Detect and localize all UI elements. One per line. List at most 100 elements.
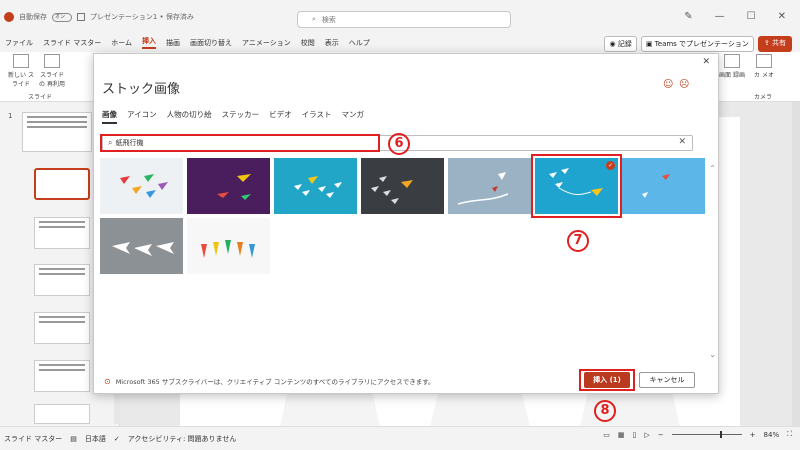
menu-transitions[interactable]: 画面切り替え	[190, 38, 232, 48]
screen-recording-button[interactable]: 画面 録画	[718, 54, 746, 79]
airplane-image	[100, 218, 183, 274]
subscriber-note-text: Microsoft 365 サブスクライバーは、クリエイティブ コンテンツのすべ…	[115, 378, 435, 386]
status-bar-right: ▭ ▦ ▯ ▷ − + 84% ⛶	[603, 430, 792, 439]
cameo-icon	[756, 54, 772, 68]
global-search-box[interactable]: ⌕ 検索	[297, 11, 511, 28]
save-icon[interactable]	[77, 13, 85, 21]
autosave-label: 自動保存	[19, 13, 47, 21]
tab-icons[interactable]: アイコン	[127, 109, 157, 124]
cameo-button[interactable]: カ メオ	[752, 54, 776, 79]
thumbnail-line	[27, 126, 87, 128]
slide-sorter-icon[interactable]: ▦	[618, 431, 625, 439]
new-slide-button[interactable]: 新しい スライド	[6, 54, 36, 88]
image-result[interactable]	[100, 218, 183, 274]
editor-scrollbar[interactable]	[792, 102, 800, 426]
menu-slide-master[interactable]: スライド マスター	[43, 38, 101, 48]
menu-review[interactable]: 校閲	[301, 38, 315, 48]
slide-thumbnail[interactable]	[34, 264, 90, 296]
pen-icon[interactable]: ✎	[684, 11, 692, 22]
search-highlight-box	[100, 134, 380, 152]
global-search-placeholder: 検索	[321, 15, 336, 24]
stock-images-dialog: ✕ ストック画像 ☺ ☹ 画像 アイコン 人物の切り絵 ステッカー ビデオ イラ…	[93, 53, 719, 394]
menu-file[interactable]: ファイル	[5, 38, 33, 48]
share-button[interactable]: ⇪ 共有	[757, 36, 792, 52]
new-slide-icon	[13, 54, 29, 68]
paper-plane-image	[187, 218, 270, 274]
menu-help[interactable]: ヘルプ	[349, 38, 370, 48]
image-result[interactable]	[100, 158, 183, 214]
zoom-slider-knob[interactable]	[719, 431, 722, 438]
image-result-selected[interactable]: ✓	[531, 154, 622, 218]
cancel-button[interactable]: キャンセル	[639, 372, 695, 388]
paper-plane-image	[448, 158, 531, 214]
minimize-button[interactable]: —	[715, 11, 725, 22]
slide-thumbnail[interactable]	[34, 312, 90, 344]
dialog-title: ストック画像	[102, 82, 181, 97]
tab-illustrations[interactable]: イラスト	[302, 109, 332, 124]
menu-draw[interactable]: 描画	[166, 38, 180, 48]
share-icon: ⇪	[763, 39, 772, 47]
zoom-slider[interactable]	[671, 431, 742, 438]
frown-feedback-icon[interactable]: ☹	[679, 79, 689, 90]
image-result[interactable]	[187, 218, 270, 274]
thumbnail-line	[39, 364, 85, 366]
slide-thumbnail[interactable]	[34, 360, 90, 392]
slide-thumbnail[interactable]	[22, 112, 92, 152]
slide-thumbnail[interactable]	[34, 404, 90, 424]
image-result[interactable]	[361, 158, 444, 214]
zoom-level[interactable]: 84%	[764, 431, 780, 439]
image-result[interactable]	[274, 158, 357, 214]
dialog-close-icon[interactable]: ✕	[702, 57, 710, 67]
thumbnail-line	[39, 321, 85, 323]
menu-home[interactable]: ホーム	[111, 38, 132, 48]
reading-view-icon[interactable]: ▯	[633, 431, 637, 439]
thumbnail-line	[39, 268, 85, 270]
tab-cartoons[interactable]: マンガ	[341, 109, 364, 124]
status-mode: スライド マスター	[4, 434, 63, 443]
autosave-toggle[interactable]: オン	[52, 12, 72, 22]
normal-view-icon[interactable]: ▭	[603, 431, 610, 439]
tab-videos[interactable]: ビデオ	[269, 109, 292, 124]
zoom-out-button[interactable]: −	[658, 431, 664, 439]
slide-thumbnail-selected[interactable]	[34, 168, 90, 200]
status-language[interactable]: 日本語	[85, 434, 106, 444]
tab-stickers[interactable]: ステッカー	[222, 109, 260, 124]
cameo-label: カ メオ	[754, 72, 774, 79]
image-result[interactable]	[448, 158, 531, 214]
teams-icon: ▣	[645, 40, 655, 48]
maximize-button[interactable]: ☐	[747, 11, 756, 22]
status-accessibility[interactable]: アクセシビリティ: 問題ありません	[128, 434, 237, 444]
window-controls: ✎ — ☐ ✕	[684, 11, 786, 22]
tab-cutout-people[interactable]: 人物の切り絵	[167, 109, 212, 124]
menu-animations[interactable]: アニメーション	[242, 38, 291, 48]
menu-insert[interactable]: 挿入	[142, 36, 157, 49]
smile-feedback-icon[interactable]: ☺	[663, 79, 673, 90]
insert-button[interactable]: 挿入 (1)	[584, 372, 630, 388]
fit-to-window-icon[interactable]: ⛶	[787, 430, 792, 439]
screen-recording-label: 画面 録画	[719, 72, 745, 79]
close-window-button[interactable]: ✕	[778, 11, 786, 22]
dialog-tabs: 画像 アイコン 人物の切り絵 ステッカー ビデオ イラスト マンガ	[102, 109, 364, 124]
paper-plane-image	[274, 158, 357, 214]
menu-view[interactable]: 表示	[325, 38, 339, 48]
image-result[interactable]	[622, 158, 705, 214]
spellcheck-icon[interactable]: ▤	[70, 435, 77, 443]
zoom-in-button[interactable]: +	[750, 431, 756, 439]
slideshow-icon[interactable]: ▷	[644, 431, 649, 439]
grid-scroll-down-icon[interactable]: ⌄	[709, 350, 716, 359]
image-result[interactable]	[187, 158, 270, 214]
record-icon: ◉	[609, 40, 618, 48]
subscriber-note: ⊙ Microsoft 365 サブスクライバーは、クリエイティブ コンテンツの…	[104, 376, 435, 387]
grid-scroll-up-icon[interactable]: ⌃	[709, 164, 716, 173]
tab-images[interactable]: 画像	[102, 109, 117, 124]
document-title: プレゼンテーション1 • 保存済み	[90, 13, 194, 21]
share-label: 共有	[772, 39, 786, 47]
clear-search-icon[interactable]: ✕	[678, 137, 686, 147]
slide-thumbnail[interactable]	[34, 217, 90, 249]
thumbnail-line	[27, 116, 87, 118]
thumbnail-line	[39, 369, 85, 371]
reuse-slide-button[interactable]: スライドの 再利用	[38, 54, 66, 88]
record-button[interactable]: ◉ 記録	[604, 36, 637, 52]
group-slides-label: スライド	[27, 94, 52, 101]
teams-present-button[interactable]: ▣ Teams でプレゼンテーション	[640, 36, 754, 52]
